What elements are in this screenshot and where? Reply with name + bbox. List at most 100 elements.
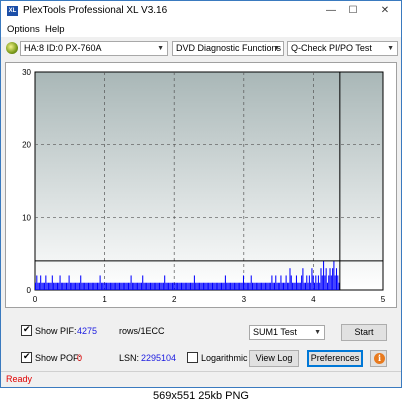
bar	[330, 275, 332, 290]
bar	[148, 282, 150, 290]
bar	[319, 282, 321, 290]
bar	[146, 282, 148, 290]
sum-test-value: SUM1 Test	[253, 327, 297, 337]
bar	[59, 275, 61, 290]
bar	[214, 282, 216, 290]
bar	[325, 268, 327, 290]
bar	[97, 282, 99, 290]
bar	[191, 282, 193, 290]
title-bar[interactable]: XL PlexTools Professional XL V3.16 — ☐ ✕	[1, 1, 401, 21]
bar	[312, 275, 314, 290]
show-pof-checkbox[interactable]	[21, 351, 32, 363]
bar	[38, 282, 40, 290]
bar	[183, 282, 185, 290]
menu-help[interactable]: Help	[45, 24, 65, 35]
bar	[165, 282, 167, 290]
test-select[interactable]: Q-Check PI/PO Test ▼	[287, 41, 398, 56]
bar	[73, 282, 75, 290]
maximize-icon[interactable]: ☐	[345, 3, 361, 19]
drive-select[interactable]: HA:8 ID:0 PX-760A ▼	[20, 41, 168, 56]
bar	[81, 282, 83, 290]
bar	[95, 282, 97, 290]
bar	[115, 282, 117, 290]
lsn-label: LSN:	[119, 353, 140, 363]
view-log-button[interactable]: View Log	[249, 350, 299, 367]
drive-select-value: HA:8 ID:0 PX-760A	[24, 43, 102, 53]
menu-options[interactable]: Options	[7, 24, 40, 35]
bar	[192, 282, 194, 290]
bar	[304, 282, 307, 290]
y-tick-label: 30	[22, 68, 31, 77]
menu-bar: Options Help	[1, 21, 401, 37]
bar	[35, 282, 37, 290]
bar	[273, 282, 276, 290]
function-select[interactable]: DVD Diagnostic Functions ▼	[172, 41, 284, 56]
bar	[213, 282, 215, 290]
bar	[306, 275, 308, 290]
chevron-down-icon: ▼	[387, 45, 394, 52]
info-button[interactable]: i	[370, 350, 387, 367]
show-pif-checkbox[interactable]	[21, 324, 32, 336]
bar	[128, 282, 130, 290]
bar	[268, 282, 270, 290]
bar	[321, 275, 323, 290]
start-button[interactable]: Start	[341, 324, 387, 341]
bar	[204, 282, 206, 290]
bar	[228, 282, 230, 290]
bar	[270, 282, 272, 290]
logarithmic-checkbox[interactable]	[187, 352, 198, 363]
bar	[76, 282, 78, 290]
bar	[253, 282, 255, 290]
bar	[187, 282, 189, 290]
bar	[58, 282, 60, 290]
bar	[86, 282, 88, 290]
chevron-down-icon: ▼	[314, 329, 321, 336]
bar	[277, 282, 279, 290]
bar	[180, 282, 182, 290]
bar	[295, 275, 297, 290]
bar	[104, 282, 106, 290]
bar	[272, 282, 274, 290]
bar	[311, 268, 313, 290]
bar	[174, 282, 176, 290]
close-icon[interactable]: ✕	[377, 3, 393, 19]
bar	[157, 282, 159, 290]
function-select-value: DVD Diagnostic Functions	[176, 43, 282, 53]
bar	[276, 282, 278, 290]
sum-test-select[interactable]: SUM1 Test ▼	[249, 325, 325, 340]
bar	[90, 282, 92, 290]
bar	[156, 282, 158, 290]
bar	[254, 282, 256, 290]
bar	[335, 268, 338, 290]
bar	[271, 275, 273, 290]
bar	[166, 282, 168, 290]
bar	[288, 282, 290, 290]
bar	[179, 282, 181, 290]
bar	[184, 282, 186, 290]
bar	[308, 275, 310, 290]
bar	[257, 282, 259, 290]
bar	[215, 282, 217, 290]
bar	[91, 282, 93, 290]
app-logo-icon: XL	[7, 6, 18, 16]
preferences-button[interactable]: Preferences	[307, 350, 363, 367]
bar	[245, 282, 247, 290]
bar	[320, 268, 322, 290]
bar	[275, 275, 277, 290]
bar	[178, 282, 180, 290]
bar	[134, 282, 136, 290]
bar	[241, 282, 243, 290]
minimize-icon[interactable]: —	[323, 3, 339, 19]
bar	[100, 282, 102, 290]
test-select-value: Q-Check PI/PO Test	[291, 43, 372, 53]
bar	[82, 282, 84, 290]
bar	[164, 275, 166, 290]
bar	[152, 282, 154, 290]
bar	[290, 275, 292, 290]
bar	[113, 282, 115, 290]
bar	[107, 282, 109, 290]
bar	[67, 282, 69, 290]
bar	[131, 282, 133, 290]
bar	[111, 282, 113, 290]
bar	[45, 275, 47, 290]
